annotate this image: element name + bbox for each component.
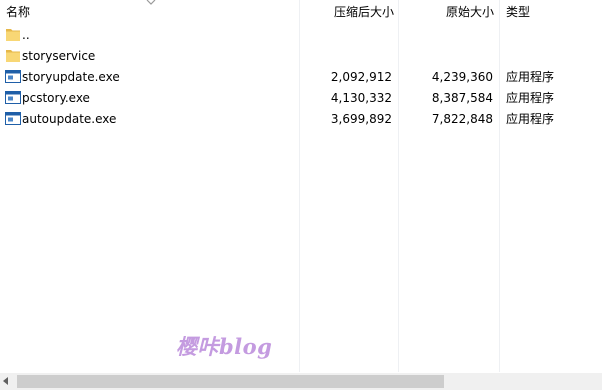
list-item[interactable]: .. <box>0 24 602 45</box>
original-size: 7,822,848 <box>431 112 493 126</box>
column-header-row: 名称 压缩后大小 原始大小 类型 <box>0 0 602 22</box>
list-item[interactable]: pcstory.exe 4,130,332 8,387,584 应用程序 <box>0 87 602 108</box>
list-item[interactable]: storyupdate.exe 2,092,912 4,239,360 应用程序 <box>0 66 602 87</box>
scroll-left-arrow-icon[interactable] <box>3 377 8 385</box>
column-header-type[interactable]: 类型 <box>506 4 530 20</box>
folder-icon <box>6 50 20 62</box>
file-type: 应用程序 <box>506 112 555 126</box>
column-header-name[interactable]: 名称 <box>6 4 30 20</box>
compressed-size: 2,092,912 <box>330 70 392 84</box>
list-item[interactable]: storyservice <box>0 45 602 66</box>
list-item[interactable]: autoupdate.exe 3,699,892 7,822,848 应用程序 <box>0 108 602 129</box>
file-name: pcstory.exe <box>22 91 90 105</box>
compressed-size: 4,130,332 <box>330 91 392 105</box>
file-name: storyservice <box>22 49 96 63</box>
horizontal-scrollbar[interactable] <box>0 373 602 390</box>
original-size: 8,387,584 <box>431 91 493 105</box>
application-icon <box>5 112 21 125</box>
compressed-size: 3,699,892 <box>330 112 392 126</box>
column-header-compressed-size[interactable]: 压缩后大小 <box>334 4 394 20</box>
scrollbar-thumb[interactable] <box>17 375 444 388</box>
original-size: 4,239,360 <box>431 70 493 84</box>
folder-icon <box>6 29 20 41</box>
column-header-original-size[interactable]: 原始大小 <box>446 4 494 20</box>
file-type: 应用程序 <box>506 70 555 84</box>
file-name: .. <box>22 28 30 42</box>
watermark-text: 樱咔blog <box>176 334 273 359</box>
file-name: autoupdate.exe <box>22 112 117 126</box>
application-icon <box>5 91 21 104</box>
file-name: storyupdate.exe <box>22 70 120 84</box>
sort-ascending-icon <box>146 0 156 5</box>
file-type: 应用程序 <box>506 91 555 105</box>
application-icon <box>5 70 21 83</box>
